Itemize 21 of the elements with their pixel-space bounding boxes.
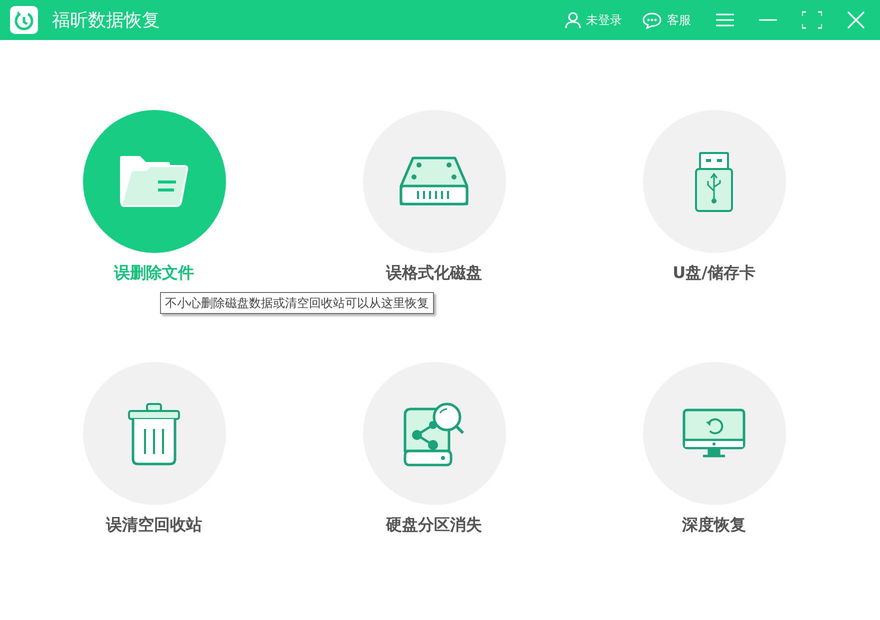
user-icon bbox=[565, 12, 581, 28]
recovery-option[interactable]: 深度恢复 bbox=[574, 362, 854, 537]
hard-drive-icon bbox=[399, 156, 469, 208]
maximize-button[interactable] bbox=[800, 8, 824, 32]
usb-drive-icon bbox=[694, 150, 734, 212]
recovery-option[interactable]: 误格式化磁盘 bbox=[294, 110, 574, 285]
menu-icon bbox=[716, 13, 734, 27]
close-icon bbox=[847, 11, 865, 29]
monitor-icon bbox=[682, 408, 746, 460]
window-title: 福昕数据恢复 bbox=[52, 8, 160, 32]
app-logo-icon bbox=[10, 6, 38, 34]
maximize-icon bbox=[802, 11, 822, 29]
chat-icon bbox=[642, 12, 662, 28]
recovery-option[interactable]: U盘/储存卡 bbox=[574, 110, 854, 285]
minimize-icon bbox=[759, 19, 777, 21]
disk-search-icon bbox=[403, 400, 465, 466]
tooltip: 不小心删除磁盘数据或清空回收站可以从这里恢复 bbox=[160, 292, 434, 314]
recovery-option[interactable]: 硬盘分区消失 bbox=[294, 362, 574, 537]
recovery-option[interactable]: 误清空回收站 bbox=[14, 362, 294, 537]
trash-can-icon bbox=[127, 402, 181, 466]
folder-icon bbox=[118, 154, 190, 210]
